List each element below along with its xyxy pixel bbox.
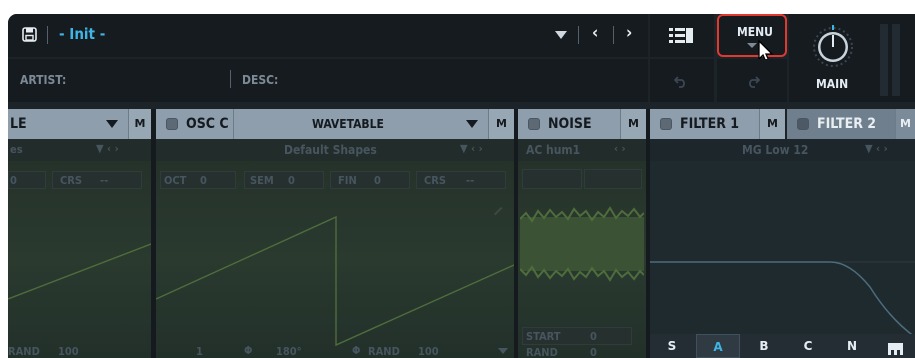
noise-m-button[interactable]: M xyxy=(620,109,646,139)
osc-c-sem-value: 0 xyxy=(288,174,295,187)
filter2-title: FILTER 2 xyxy=(817,116,877,132)
osc-b-rand-value[interactable]: 100 xyxy=(58,345,79,358)
undo-icon xyxy=(673,73,688,88)
noise-sample-name[interactable]: AC hum1 xyxy=(526,143,580,157)
save-icon[interactable] xyxy=(22,27,37,42)
filter-routing-bar: S A B C N xyxy=(650,334,915,358)
osc-c-title: OSC C xyxy=(186,116,229,132)
osc-c-wavetable-name[interactable]: Default Shapes xyxy=(284,143,377,157)
filter2-header: FILTER 2 M xyxy=(787,109,915,139)
filter-route-b-button[interactable]: B xyxy=(742,334,786,358)
osc-c-header: OSC C WAVETABLE M xyxy=(156,109,514,139)
osc-b-crs-value: -- xyxy=(100,174,109,187)
osc-b-header: LE M xyxy=(8,109,151,139)
osc-c-fin-label: FIN xyxy=(338,174,357,187)
osc-b-wavetable-name[interactable]: es xyxy=(10,143,23,156)
noise-enable-checkbox[interactable] xyxy=(528,118,540,130)
preset-dropdown-arrow-icon[interactable] xyxy=(555,31,567,39)
synth-window: - Init - ‹ › ARTIST: DESC: MENU MAIN LE … xyxy=(8,14,915,358)
noise-panel: AC hum1 ‹ › START 0 RAND 0 xyxy=(518,139,646,358)
level-meter-left xyxy=(880,24,888,96)
osc-c-oct-value: 0 xyxy=(200,174,207,187)
osc-b-type-label[interactable]: LE xyxy=(10,116,27,132)
noise-loop-button[interactable] xyxy=(522,169,582,189)
next-preset-icon[interactable]: › xyxy=(626,23,632,43)
osc-b-zero: 0 xyxy=(10,174,17,187)
osc-b-rand-label: RAND xyxy=(8,345,40,358)
redo-icon xyxy=(746,73,761,88)
menu-label: MENU xyxy=(737,25,773,39)
level-meter-right xyxy=(892,24,900,96)
noise-start-label: START xyxy=(526,330,561,343)
noise-rand-label: RAND xyxy=(526,346,558,358)
filter1-header: FILTER 1 M xyxy=(650,109,785,139)
osc-c-waveform xyxy=(156,215,514,347)
filter-panel: MG Low 12 ▼ ‹ › S A B C N xyxy=(650,139,915,358)
osc-c-rand-label: RAND xyxy=(368,345,400,358)
desc-label[interactable]: DESC: xyxy=(242,73,278,87)
osc-c-wt-arrows[interactable]: ▼ ‹ › xyxy=(460,142,483,155)
browser-icon xyxy=(669,28,695,43)
osc-c-type-arrow-icon[interactable] xyxy=(466,120,478,128)
prev-preset-icon[interactable]: ‹ xyxy=(592,23,598,43)
osc-c-bottom-value[interactable]: 1 xyxy=(196,345,203,358)
osc-b-wt-arrows[interactable]: ▼ ‹ › xyxy=(96,142,119,155)
filter-route-s-button[interactable]: S xyxy=(650,334,694,358)
osc-c-type-label[interactable]: WAVETABLE xyxy=(312,117,384,131)
osc-c-m-button[interactable]: M xyxy=(488,109,514,139)
osc-c-sem-label: SEM xyxy=(250,174,274,187)
preset-name[interactable]: - Init - xyxy=(59,25,105,43)
osc-c-crs-value: -- xyxy=(466,174,475,187)
filter-type-name[interactable]: MG Low 12 xyxy=(742,143,808,157)
osc-c-rand-value[interactable]: 100 xyxy=(418,345,439,358)
osc-b-crs-label: CRS xyxy=(60,174,83,187)
osc-b-panel: es ▼ ‹ › 0 CRS -- RAND 100 xyxy=(8,139,151,358)
filter-response-curve xyxy=(650,261,915,338)
osc-c-phase-icon[interactable]: Φ xyxy=(244,344,252,357)
filter1-enable-checkbox[interactable] xyxy=(660,118,672,130)
filter2-m-button[interactable]: M xyxy=(895,109,915,139)
osc-c-oct-label: OCT xyxy=(164,174,187,187)
main-volume-knob[interactable] xyxy=(808,22,858,72)
osc-b-waveform xyxy=(8,243,151,300)
keyboard-tracking-icon[interactable] xyxy=(888,340,904,355)
noise-sample-arrows[interactable]: ‹ › xyxy=(614,142,626,155)
osc-b-type-arrow-icon[interactable] xyxy=(106,120,118,128)
filter1-m-button[interactable]: M xyxy=(759,109,785,139)
noise-oneshot-button[interactable] xyxy=(584,169,642,189)
osc-c-crs-label: CRS xyxy=(424,174,447,187)
osc-c-fin-value: 0 xyxy=(374,174,381,187)
noise-waveform xyxy=(520,206,644,282)
osc-c-bottom-arrow-icon[interactable] xyxy=(498,348,508,354)
osc-c-panel: Default Shapes ▼ ‹ › OCT 0 SEM 0 FIN 0 C… xyxy=(156,139,514,358)
filter1-title: FILTER 1 xyxy=(680,116,740,132)
noise-title: NOISE xyxy=(548,116,592,132)
osc-c-phase-value[interactable]: 180° xyxy=(276,345,302,358)
filter-route-c-button[interactable]: C xyxy=(786,334,830,358)
filter-route-a-button[interactable]: A xyxy=(696,334,740,358)
menu-chevron-down-icon xyxy=(747,43,757,48)
artist-label[interactable]: ARTIST: xyxy=(20,73,66,87)
noise-start-value: 0 xyxy=(590,330,597,343)
osc-c-enable-checkbox[interactable] xyxy=(166,118,178,130)
info-bar xyxy=(8,59,648,102)
noise-rand-value[interactable]: 0 xyxy=(590,346,597,358)
osc-c-rand-phase-icon[interactable]: Φ xyxy=(352,344,360,357)
filter-type-arrows[interactable]: ▼ ‹ › xyxy=(865,142,888,155)
osc-b-m-button[interactable]: M xyxy=(128,109,151,139)
noise-header: NOISE M xyxy=(518,109,646,139)
filter2-enable-checkbox[interactable] xyxy=(797,118,809,130)
main-label: MAIN xyxy=(816,77,849,91)
filter-route-n-button[interactable]: N xyxy=(830,334,874,358)
